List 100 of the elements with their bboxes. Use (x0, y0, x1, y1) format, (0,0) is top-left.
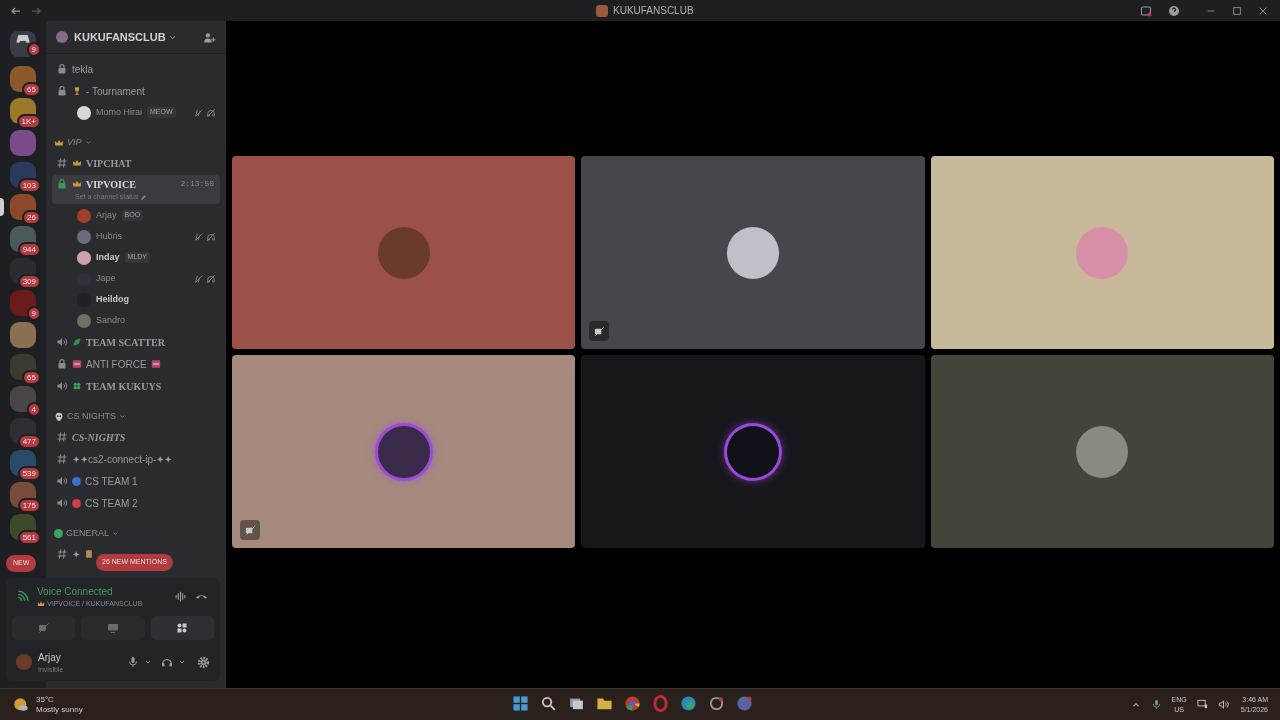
channel-name: ✦✦cs2-connect-ip-✦✦ (72, 452, 173, 467)
lock-icon (56, 85, 68, 97)
sos-icon (150, 359, 161, 369)
server-icon[interactable] (10, 322, 36, 348)
video-tile[interactable] (930, 355, 1274, 548)
server-name[interactable]: KUKUFANSCLUB (74, 28, 166, 46)
microphone-icon[interactable] (127, 656, 139, 669)
close-icon[interactable] (1258, 5, 1268, 16)
server-icon[interactable] (10, 354, 36, 380)
user-name[interactable]: Momo Hirai (96, 105, 142, 120)
unread-badge: 1K+ (16, 114, 41, 129)
channel-name: tekla (72, 62, 94, 77)
hash-icon (56, 453, 68, 465)
call-timer: 2:13:50 (180, 178, 214, 191)
lock-icon (56, 63, 68, 75)
video-tile[interactable] (232, 156, 576, 349)
hash-icon (56, 431, 68, 443)
user-name[interactable]: Heildog (96, 292, 129, 307)
unread-badge: 103 (17, 178, 41, 193)
server-icon[interactable] (10, 194, 36, 220)
network-icon[interactable] (1196, 699, 1208, 710)
channel-row[interactable]: ✦✦cs2-connect-ip-✦✦ (52, 448, 220, 470)
voice-status: Voice Connected (37, 585, 114, 599)
chevron-down-icon[interactable] (119, 413, 126, 420)
crown-icon (72, 179, 82, 190)
speaker-icon (56, 336, 68, 348)
soundwave-icon[interactable] (174, 590, 187, 604)
home-button[interactable] (10, 31, 36, 57)
search-icon[interactable] (540, 695, 557, 712)
camera-off-icon (37, 621, 50, 634)
volume-icon[interactable] (1217, 699, 1229, 710)
app-icon[interactable] (708, 695, 725, 712)
clover-icon (72, 381, 82, 391)
channel-name: TEAM KUKUYS (86, 379, 162, 394)
hash-icon (56, 157, 68, 169)
screen-share-icon (107, 621, 119, 634)
camera-off-icon (593, 325, 605, 337)
skull-icon (54, 411, 64, 422)
channel-row[interactable]: VIPCHAT (52, 152, 220, 174)
video-tile[interactable] (581, 156, 925, 349)
unread-badge: 309 (17, 274, 41, 289)
video-tile[interactable] (232, 355, 576, 548)
category-label[interactable]: CS NIGHTS (67, 409, 116, 424)
screen-share-button[interactable] (81, 615, 145, 640)
channel-row[interactable]: TEAM SCATTER (52, 331, 220, 353)
user-name[interactable]: Inday (96, 250, 120, 265)
unread-badge: 539 (17, 466, 41, 481)
video-tile[interactable] (930, 156, 1274, 349)
user-name[interactable]: Sandro (96, 313, 126, 328)
channel-row[interactable]: CS TEAM 2 (52, 492, 220, 514)
maximize-icon[interactable] (1232, 5, 1242, 16)
activities-button[interactable] (150, 615, 214, 640)
user-name[interactable]: Hubris (96, 229, 122, 244)
unread-badge: 65 (22, 370, 41, 385)
unread-badge: 175 (17, 498, 41, 513)
server-avatar-icon (596, 4, 608, 17)
user-name: Arjay (38, 650, 62, 665)
help-icon[interactable] (1168, 4, 1180, 17)
category-label[interactable]: VIP (67, 135, 82, 150)
chevron-down-icon[interactable] (112, 530, 119, 537)
pencil-icon[interactable] (140, 193, 148, 201)
lock-icon (56, 178, 68, 191)
channel-name: ✦ (72, 547, 80, 562)
channel-row[interactable]: ANTI FORCE (52, 353, 220, 375)
channel-name: CS TEAM 1 (85, 474, 138, 489)
crown-icon (37, 600, 45, 609)
channel-row[interactable]: - Tournament (52, 80, 220, 102)
unread-badge: 65 (22, 82, 41, 97)
channel-name: CS-NIGHTS (72, 430, 126, 445)
add-member-icon[interactable] (203, 30, 216, 44)
microphone-icon[interactable] (1150, 699, 1162, 710)
channel-row[interactable]: CS-NIGHTS (52, 426, 220, 448)
lock-icon (56, 358, 68, 370)
channel-row[interactable]: TEAM KUKUYS (52, 375, 220, 397)
window-title: KUKUFANSCLUB (613, 4, 694, 18)
crown-icon (72, 158, 82, 168)
speaker-icon (56, 380, 68, 392)
unread-badge: 944 (17, 242, 41, 257)
leaf-icon (72, 337, 82, 347)
channel-name: VIPVOICE (86, 177, 136, 192)
speaker-icon (56, 475, 68, 487)
user-name[interactable]: Jape (96, 271, 116, 286)
server-avatar-icon (56, 31, 68, 43)
user-name[interactable]: Arjay (96, 208, 117, 223)
weather-icon[interactable] (12, 695, 30, 714)
category-label[interactable]: GENERAL (66, 526, 109, 541)
inbox-icon[interactable] (1140, 4, 1152, 17)
chevron-down-icon[interactable] (84, 139, 92, 146)
weather-text: Mostly sunny (36, 704, 83, 715)
windows-icon[interactable] (512, 695, 529, 712)
server-icon[interactable] (10, 290, 36, 316)
server-icon[interactable] (10, 66, 36, 92)
camera-button[interactable] (12, 615, 76, 640)
settings-icon[interactable] (197, 655, 210, 669)
headphones-icon[interactable] (161, 656, 173, 669)
channel-row[interactable]: tekla (52, 58, 220, 80)
unread-badge: 26 (22, 210, 41, 225)
hash-icon (56, 548, 68, 560)
channel-row[interactable]: CS TEAM 1 (52, 470, 220, 492)
video-tile[interactable] (581, 355, 925, 548)
